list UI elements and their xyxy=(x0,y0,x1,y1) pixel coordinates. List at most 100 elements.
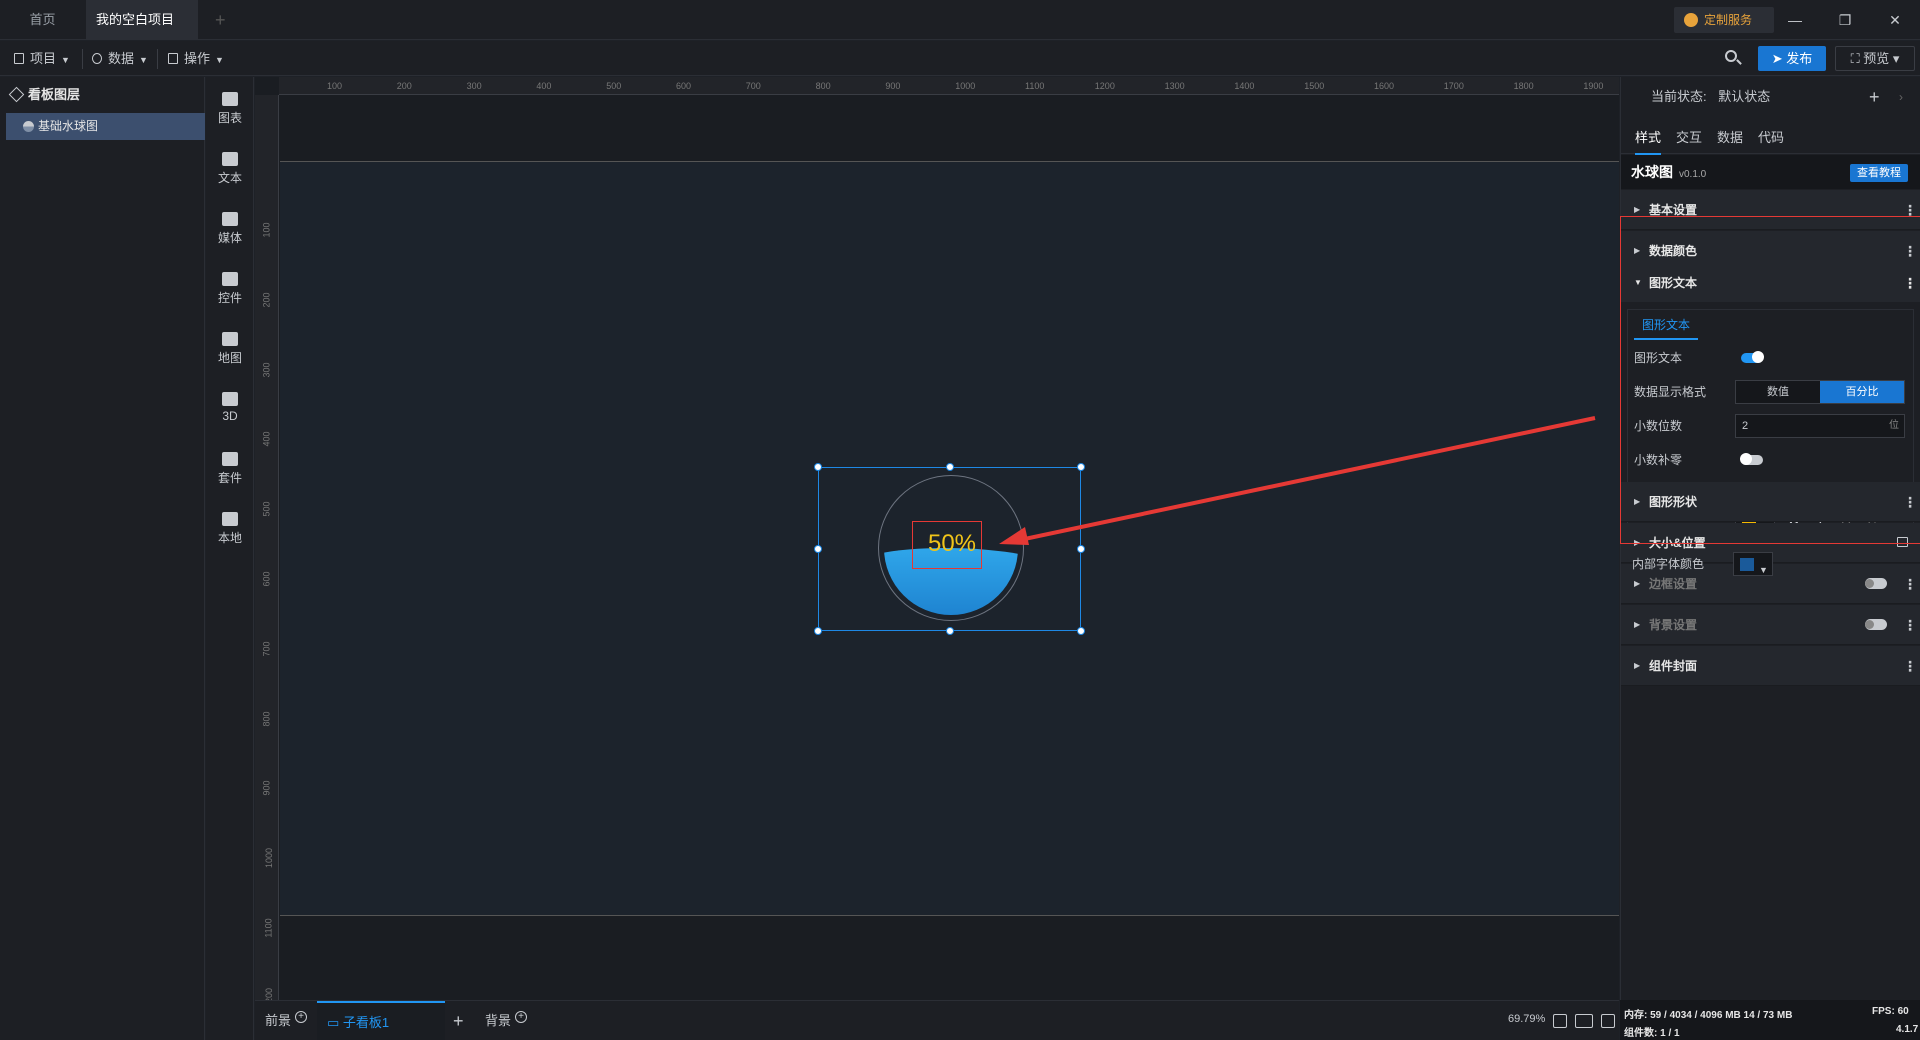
more-icon[interactable]: ⋮ xyxy=(1903,264,1917,302)
background-toggle[interactable] xyxy=(1865,619,1887,630)
section-graphic-text-label: 图形文本 xyxy=(1649,276,1698,290)
resize-handle[interactable] xyxy=(814,545,822,553)
section-cover-label: 组件封面 xyxy=(1649,659,1698,673)
inner-color-picker[interactable]: ▼ xyxy=(1733,552,1773,576)
resize-handle[interactable] xyxy=(946,463,954,471)
comp-suite[interactable]: 套件 xyxy=(206,445,254,495)
resize-handle[interactable] xyxy=(814,627,822,635)
more-icon[interactable]: ⋮ xyxy=(1903,482,1917,522)
tab-data[interactable]: 数据 xyxy=(1717,127,1743,146)
layer-item[interactable]: 基础水球图 xyxy=(6,113,205,140)
memory-value: 59 / 4034 / 4096 MB 14 / 73 MB xyxy=(1650,1010,1793,1021)
terminal-icon[interactable] xyxy=(1601,1014,1615,1028)
add-circle-icon[interactable]: + xyxy=(295,1011,308,1023)
add-state-icon[interactable]: + xyxy=(1869,77,1880,117)
bottom-bar: 前景 + ▭ 子看板1 + 背景 + 69.79% xyxy=(255,1000,1619,1040)
section-graphic-text[interactable]: ▼ 图形文本 ⋮ xyxy=(1621,264,1920,302)
add-board-icon[interactable]: + xyxy=(453,1001,464,1040)
tab-interaction[interactable]: 交互 xyxy=(1676,127,1702,146)
resize-handle[interactable] xyxy=(1077,627,1085,635)
resize-handle[interactable] xyxy=(946,627,954,635)
more-icon[interactable]: ⋮ xyxy=(1903,190,1917,230)
section-basic[interactable]: ▶ 基本设置 ⋮ xyxy=(1621,190,1920,230)
menu-project-label: 项目 xyxy=(30,51,57,66)
add-tab-icon[interactable]: + xyxy=(205,0,236,40)
more-icon[interactable]: ⋮ xyxy=(1903,646,1917,686)
ruler-tick-label: 300 xyxy=(261,362,272,378)
format-percent-option[interactable]: 百分比 xyxy=(1820,381,1904,403)
ruler-tick-label: 600 xyxy=(676,81,692,91)
ruler-tick-label: 1300 xyxy=(1164,81,1185,91)
keyboard-icon[interactable] xyxy=(1575,1014,1593,1028)
layers-panel: 看板图层 基础水球图 xyxy=(0,77,205,1040)
tab-style[interactable]: 样式 xyxy=(1635,127,1662,155)
chevron-down-icon: ▼ xyxy=(61,55,70,65)
sub-tab-graphic-text[interactable]: 图形文本 xyxy=(1634,316,1699,340)
ruler-tick-label: 500 xyxy=(261,501,272,517)
comp-text[interactable]: 文本 xyxy=(206,145,254,195)
search-icon[interactable] xyxy=(1722,47,1744,69)
tab-front[interactable]: 前景 + xyxy=(265,1001,308,1040)
menu-data[interactable]: 数据 ▼ xyxy=(92,41,148,76)
ruler-tick-label: 200 xyxy=(261,292,272,308)
tab-back[interactable]: 背景 + xyxy=(485,1001,528,1040)
more-icon[interactable]: ⋮ xyxy=(1903,605,1917,645)
custom-service-button[interactable]: 定制服务 xyxy=(1674,7,1774,33)
comp-3d[interactable]: 3D xyxy=(206,385,254,435)
restore-icon[interactable]: ❐ xyxy=(1825,0,1865,40)
layers-title-label: 看板图层 xyxy=(28,87,81,102)
lock-icon[interactable] xyxy=(1897,537,1908,547)
format-value-option[interactable]: 数值 xyxy=(1736,381,1820,403)
ruler-tick-label: 1000 xyxy=(955,81,976,91)
tab-home[interactable]: 首页 xyxy=(10,0,75,40)
fps-status: FPS: 60 xyxy=(1872,1006,1909,1017)
resize-handle[interactable] xyxy=(1077,545,1085,553)
comp-control-label: 控件 xyxy=(217,291,242,305)
section-background[interactable]: ▶ 背景设置 ⋮ xyxy=(1621,605,1920,645)
state-value[interactable]: 默认状态 xyxy=(1718,89,1770,104)
ruler-tick-label: 500 xyxy=(606,81,622,91)
tutorial-button[interactable]: 查看教程 xyxy=(1850,164,1908,182)
decimals-input[interactable]: 2位 xyxy=(1735,414,1905,438)
row-inner-color: 内部字体颜色 ▼ xyxy=(1632,552,1907,576)
section-background-label: 背景设置 xyxy=(1649,618,1698,632)
comp-map[interactable]: 地图 xyxy=(206,325,254,375)
shirt-icon xyxy=(222,452,238,466)
ruler-tick-label: 1600 xyxy=(1374,81,1395,91)
comp-chart[interactable]: 图表 xyxy=(206,85,254,135)
section-graphic-shape[interactable]: ▶ 图形形状 ⋮ xyxy=(1621,482,1920,522)
section-cover[interactable]: ▶ 组件封面 ⋮ xyxy=(1621,646,1920,686)
section-basic-label: 基本设置 xyxy=(1649,203,1698,217)
add-circle-icon[interactable]: + xyxy=(515,1011,528,1023)
bar-chart-icon xyxy=(222,92,238,106)
fit-screen-icon[interactable] xyxy=(1553,1014,1567,1028)
caret-right-icon: ▶ xyxy=(1634,497,1641,506)
chevron-down-icon: ▼ xyxy=(215,55,224,65)
ruler-tick-label: 800 xyxy=(815,81,831,91)
tab-code[interactable]: 代码 xyxy=(1758,127,1784,146)
comp-local[interactable]: 本地 xyxy=(206,505,254,555)
preview-button[interactable]: ⛶ 预览 ▾ xyxy=(1835,46,1915,71)
resize-handle[interactable] xyxy=(814,463,822,471)
chevron-right-icon[interactable]: › xyxy=(1899,77,1903,117)
properties-panel: 当前状态: 默认状态 + › 样式 交互 数据 代码 水球图 v0.1.0 查看教… xyxy=(1620,77,1920,1000)
format-label: 数据显示格式 xyxy=(1634,385,1707,399)
publish-button[interactable]: ➤ 发布 xyxy=(1758,46,1826,71)
grid-icon xyxy=(168,53,178,64)
enable-text-toggle[interactable] xyxy=(1741,351,1764,363)
close-icon[interactable]: ✕ xyxy=(1875,0,1915,40)
minimize-icon[interactable]: — xyxy=(1775,0,1815,40)
tab-my-project[interactable]: 我的空白项目 xyxy=(86,0,198,65)
comp-control[interactable]: 控件 xyxy=(206,265,254,315)
tab-sub-board[interactable]: ▭ 子看板1 xyxy=(317,1001,445,1040)
menu-project[interactable]: 项目 ▼ xyxy=(14,41,70,76)
comp-media[interactable]: 媒体 xyxy=(206,205,254,255)
layer-item-label: 基础水球图 xyxy=(38,119,99,133)
menu-operation-label: 操作 xyxy=(184,51,211,66)
ruler-tick-label: 1000 xyxy=(264,848,275,869)
zoom-level[interactable]: 69.79% xyxy=(1508,1013,1545,1025)
pad-zero-toggle[interactable] xyxy=(1740,453,1763,465)
border-toggle[interactable] xyxy=(1865,578,1887,589)
menu-operation[interactable]: 操作 ▼ xyxy=(168,41,224,76)
caret-right-icon: ▶ xyxy=(1634,620,1641,629)
